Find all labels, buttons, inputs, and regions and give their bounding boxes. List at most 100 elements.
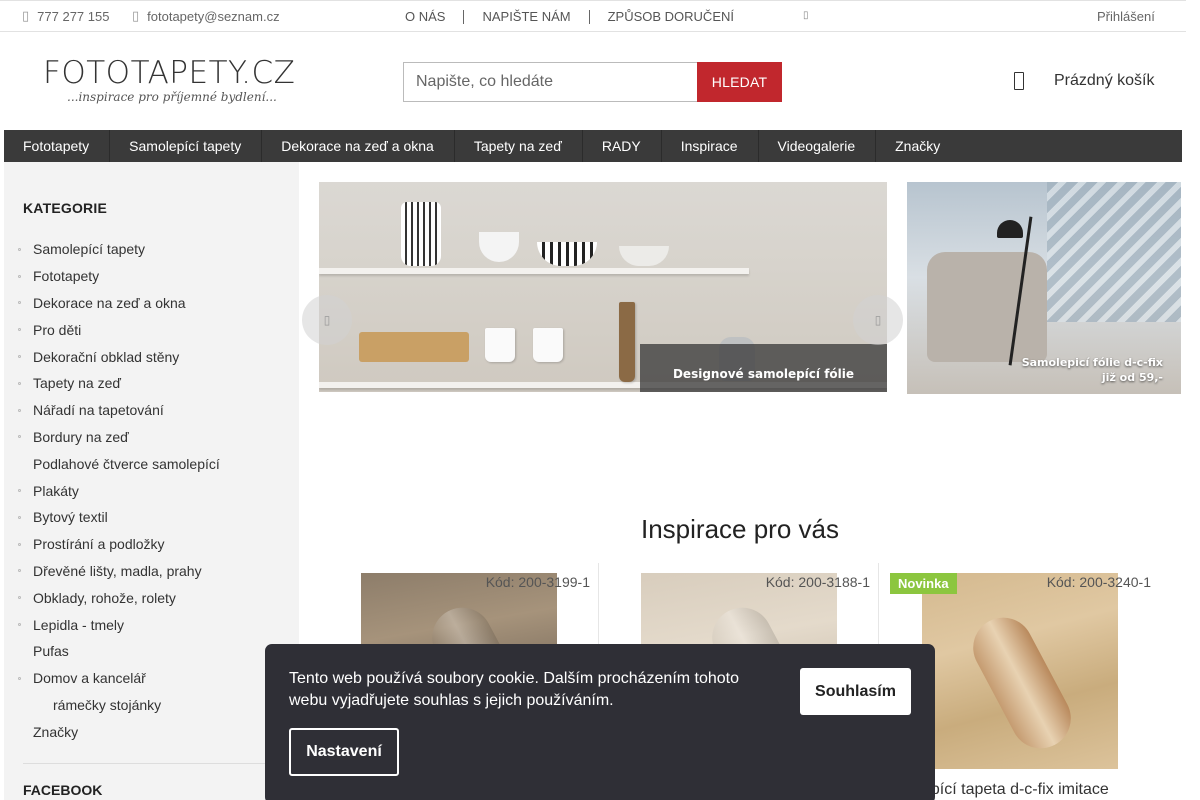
sidebar-item[interactable]: Dřevěné lišty, madla, prahy (18, 558, 220, 585)
category-sidebar: KATEGORIE Samolepící tapety Fototapety Dek… (4, 162, 299, 800)
slider-next-button[interactable]: ▯ (853, 295, 903, 345)
sidebar-item[interactable]: Prostírání a podložky (18, 531, 220, 558)
bullet-icon (18, 355, 21, 359)
sidebar-item[interactable]: Samolepící tapety (18, 236, 220, 263)
sidebar-item[interactable]: Bordury na zeď (18, 424, 220, 451)
login-link[interactable]: Přihlášení (1097, 9, 1155, 24)
sidebar-item[interactable]: Značky (18, 718, 220, 745)
nav-tapety-na-zed[interactable]: Tapety na zeď (455, 130, 583, 162)
sidebar-item[interactable]: Dekorační obklad stěny (18, 343, 220, 370)
sidebar-item-label[interactable]: Samolepící tapety (33, 241, 145, 257)
sidebar-item[interactable]: rámečky stojánky (18, 692, 220, 719)
sidebar-item-label[interactable]: Domov a kancelář (33, 670, 146, 686)
nav-fototapety[interactable]: Fototapety (4, 130, 111, 162)
bullet-icon (18, 489, 21, 493)
nav-znacky[interactable]: Značky (876, 130, 960, 162)
sidebar-item[interactable]: Dekorace na zeď a okna (18, 290, 220, 317)
logo-text: FOTOTAPETY.CZ (43, 55, 296, 91)
sidebar-item-label[interactable]: Pro děti (33, 322, 81, 338)
sidebar-item-label[interactable]: Značky (33, 724, 78, 740)
phone-icon: ▯ (22, 8, 30, 23)
separator (588, 9, 590, 24)
cart-label[interactable]: Prázdný košík (1054, 72, 1154, 90)
link-o-nas[interactable]: O NÁS (396, 9, 454, 24)
armchair-image (927, 252, 1047, 362)
sidebar-item-label[interactable]: Tapety na zeď (33, 375, 121, 391)
bullet-icon (18, 623, 21, 627)
nav-dekorace[interactable]: Dekorace na zeď a okna (262, 130, 455, 162)
site-logo[interactable]: FOTOTAPETY.CZ ...inspirace pro příjemné … (43, 55, 296, 104)
email-contact[interactable]: ▯ fototapety@seznam.cz (132, 8, 280, 24)
sidebar-item[interactable]: Fototapety (18, 263, 220, 290)
search-input[interactable] (403, 62, 697, 102)
nav-rady[interactable]: RADY (583, 130, 662, 162)
product-image[interactable] (922, 573, 1118, 769)
sidebar-item-label[interactable]: Obklady, rohože, rolety (33, 590, 176, 606)
bullet-icon (18, 515, 21, 519)
sidebar-item[interactable]: Lepidla - tmely (18, 611, 220, 638)
bullet-icon (18, 542, 21, 546)
email-address[interactable]: fototapety@seznam.cz (147, 9, 279, 24)
sidebar-item-label[interactable]: Fototapety (33, 268, 99, 284)
sidebar-item[interactable]: Tapety na zeď (18, 370, 220, 397)
slider-prev-button[interactable]: ▯ (302, 295, 352, 345)
nav-inspirace[interactable]: Inspirace (662, 130, 759, 162)
bullet-icon (18, 274, 21, 278)
side-banner-caption: Samolepicí fólie d-c-fix již od 59,- (1022, 355, 1163, 385)
sidebar-item-label[interactable]: rámečky stojánky (53, 697, 161, 713)
dropdown-icon[interactable]: ▯ (803, 10, 809, 21)
link-zpusob-doruceni[interactable]: ZPŮSOB DORUČENÍ (599, 9, 743, 24)
sidebar-item[interactable]: Obklady, rohože, rolety (18, 584, 220, 611)
bullet-icon (18, 408, 21, 412)
sidebar-item[interactable]: Bytový textil (18, 504, 220, 531)
top-links: O NÁS NAPIŠTE NÁM ZPŮSOB DORUČENÍ (396, 9, 743, 24)
sidebar-item[interactable]: Podlahové čtverce samolepící (18, 450, 220, 477)
side-banner[interactable]: Samolepicí fólie d-c-fix již od 59,- (907, 182, 1181, 394)
search-form: HLEDAT (403, 62, 782, 102)
sidebar-item-label[interactable]: Lepidla - tmely (33, 617, 124, 633)
search-button[interactable]: HLEDAT (697, 62, 782, 102)
facebook-title: FACEBOOK (23, 782, 103, 798)
divider (23, 763, 283, 764)
cart[interactable]: Prázdný košík (1014, 72, 1154, 90)
sidebar-item[interactable]: Pro děti (18, 316, 220, 343)
sidebar-item-label[interactable]: Nářadí na tapetování (33, 402, 164, 418)
banner-caption: Designové samolepící fólie (640, 344, 887, 392)
sidebar-item-label[interactable]: Dřevěné lišty, madla, prahy (33, 563, 202, 579)
sidebar-item-label[interactable]: Dekorační obklad stěny (33, 349, 179, 365)
sidebar-item-label[interactable]: Podlahové čtverce samolepící (33, 456, 220, 472)
shelf (319, 268, 749, 274)
bullet-icon (18, 650, 21, 653)
sidebar-item[interactable]: Domov a kancelář (18, 665, 220, 692)
chevron-right-icon: ▯ (874, 313, 882, 327)
sidebar-item-label[interactable]: Bytový textil (33, 509, 108, 525)
sidebar-item-label[interactable]: Bordury na zeď (33, 429, 129, 445)
cookie-banner: Tento web používá soubory cookie. Dalším… (265, 644, 935, 800)
accept-cookies-button[interactable]: Souhlasím (800, 668, 911, 715)
bullet-icon (18, 569, 21, 573)
sidebar-item[interactable]: Pufas (18, 638, 220, 665)
lamp-image (997, 220, 1023, 238)
logo-tagline: ...inspirace pro příjemné bydlení... (67, 90, 277, 104)
nav-videogalerie[interactable]: Videogalerie (759, 130, 877, 162)
sidebar-item-label[interactable]: Prostírání a podložky (33, 536, 165, 552)
sidebar-item[interactable]: Nářadí na tapetování (18, 397, 220, 424)
phone-contact[interactable]: ▯ 777 277 155 (22, 8, 109, 24)
mug-image (485, 328, 515, 362)
new-badge: Novinka (890, 573, 957, 594)
main-banner[interactable]: Designové samolepící fólie (319, 182, 887, 392)
sidebar-item-label[interactable]: Dekorace na zeď a okna (33, 295, 186, 311)
cookie-settings-button[interactable]: Nastavení (289, 728, 399, 776)
link-napiste-nam[interactable]: NAPIŠTE NÁM (473, 9, 579, 24)
sidebar-item[interactable]: Plakáty (18, 477, 220, 504)
mug-image (533, 328, 563, 362)
bullet-icon (18, 381, 21, 385)
sidebar-item-label[interactable]: Pufas (33, 643, 69, 659)
bullet-icon (18, 730, 21, 733)
sidebar-item-label[interactable]: Plakáty (33, 483, 79, 499)
product-title[interactable]: epící tapeta d-c-fix imitace (922, 781, 1109, 799)
side-caption-line2: již od 59,- (1101, 371, 1163, 384)
phone-number[interactable]: 777 277 155 (37, 9, 109, 24)
nav-samolepici-tapety[interactable]: Samolepící tapety (110, 130, 263, 162)
sidebar-title: KATEGORIE (23, 200, 107, 216)
